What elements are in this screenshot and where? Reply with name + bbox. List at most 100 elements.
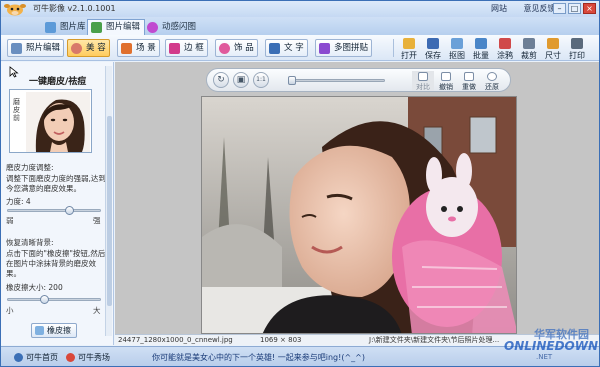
home-link[interactable]: 可牛首页: [14, 352, 58, 363]
beauty-panel: 一键磨皮/祛痘 磨皮前 磨皮力度调整: 调整下面磨皮力度的强弱,达到今您满意的磨…: [1, 62, 114, 345]
batch-icon: [475, 38, 487, 49]
gallery-icon: [45, 22, 56, 33]
open-tool[interactable]: 打开: [398, 37, 420, 61]
strength-description: 调整下面磨皮力度的强弱,达到今您满意的磨皮效果。: [6, 174, 106, 193]
maximize-button[interactable]: □: [568, 3, 581, 14]
frame-label: 边 框: [184, 43, 204, 53]
window-title: 可牛影像 v2.1.0.1001: [33, 4, 116, 13]
collage-icon: [319, 43, 330, 54]
restore-label: 还原: [485, 83, 499, 91]
compare-icon: [418, 72, 428, 81]
photo-edit-button[interactable]: 照片编辑: [7, 39, 65, 57]
scene-button[interactable]: 场 景: [117, 39, 160, 57]
panel-title: 一键磨皮/祛痘: [29, 77, 87, 87]
strength-slider[interactable]: [7, 206, 101, 215]
undo-label: 撤销: [439, 83, 453, 91]
restore-description: 点击下面的"橡皮擦"按钮,然后在图片中涂抹背景的磨皮效果。: [6, 249, 106, 278]
resize-tool[interactable]: 尺寸: [542, 37, 564, 61]
image-path: J:\新建文件夹\新建文件夹\节后照片处理...: [369, 336, 500, 344]
heart-icon: [66, 353, 75, 362]
redo-button[interactable]: 重做: [458, 71, 480, 91]
photo-edit-label: 照片编辑: [26, 43, 61, 53]
batch-label: 批量: [473, 51, 489, 60]
crop-label: 裁剪: [521, 51, 537, 60]
feedback-link[interactable]: 意见反馈: [524, 4, 556, 13]
undo-button[interactable]: 撤销: [435, 71, 457, 91]
tab-image-edit[interactable]: 图片编辑: [87, 19, 146, 35]
bow-icon: [219, 43, 230, 54]
save-tool[interactable]: 保存: [422, 37, 444, 61]
compare-label: 对比: [416, 83, 430, 91]
strength-slider-knob[interactable]: [64, 206, 74, 215]
effect-preview: 磨皮前: [9, 89, 92, 153]
eraser-size-slider-knob[interactable]: [40, 295, 50, 304]
crop-tool[interactable]: 裁剪: [518, 37, 540, 61]
cow-logo-icon: [4, 4, 26, 16]
face-icon: [71, 43, 82, 54]
panel-scrollbar[interactable]: [105, 66, 112, 336]
undo-icon: [441, 72, 451, 81]
resize-icon: [547, 38, 559, 49]
cursor-icon: [9, 66, 19, 78]
frame-button[interactable]: 边 框: [165, 39, 208, 57]
home-label: 可牛首页: [26, 353, 58, 362]
image-dimensions: 1069 × 803: [260, 336, 302, 344]
eraser-button[interactable]: 橡皮擦: [31, 323, 77, 338]
rotate-icon: ↻: [217, 75, 225, 85]
text-icon: [269, 43, 280, 54]
brush-icon: [499, 38, 511, 49]
zoom-slider[interactable]: [288, 76, 385, 85]
face-preview-image: [26, 92, 90, 152]
zoom-slider-knob[interactable]: [288, 76, 296, 85]
show-label: 可牛秀场: [78, 353, 110, 362]
beauty-button[interactable]: 美 容: [67, 39, 110, 57]
tab-animated-gif[interactable]: 动感闪图: [143, 19, 201, 35]
actual-size-icon: 1:1: [256, 76, 266, 83]
print-tool[interactable]: 打印: [566, 37, 588, 61]
collage-button[interactable]: 多图拼贴: [315, 39, 373, 57]
window-controls: – □ ×: [553, 3, 596, 14]
close-button[interactable]: ×: [583, 3, 596, 14]
image-edit-icon: [91, 22, 102, 33]
restore-title: 恢复清晰背景:: [6, 238, 54, 247]
restore-icon: [487, 72, 497, 81]
website-link[interactable]: 网站: [491, 4, 507, 13]
text-label: 文 字: [284, 43, 304, 53]
batch-tool[interactable]: 批量: [470, 37, 492, 61]
doodle-label: 涂鸦: [497, 51, 513, 60]
photo-edit-icon: [11, 43, 22, 54]
strength-min-label: 弱: [6, 216, 14, 225]
fit-window-button[interactable]: ▣: [233, 72, 249, 88]
cutout-tool[interactable]: 抠图: [446, 37, 468, 61]
eraser-size-label: 橡皮擦大小: 200: [6, 283, 63, 292]
compare-button[interactable]: 对比: [412, 71, 434, 91]
crop-icon: [523, 38, 535, 49]
minimize-button[interactable]: –: [553, 3, 566, 14]
redo-icon: [464, 72, 474, 81]
toolbar-separator: [393, 39, 394, 57]
tab-gallery[interactable]: 图片库: [41, 19, 91, 35]
restore-button[interactable]: 还原: [481, 71, 503, 91]
print-label: 打印: [569, 51, 585, 60]
tab-bar: 图片库 图片编辑 动感闪图: [1, 17, 599, 35]
eraser-icon: [35, 326, 44, 335]
edited-photo[interactable]: [201, 96, 517, 334]
panel-scrollbar-thumb[interactable]: [107, 116, 112, 306]
text-button[interactable]: 文 字: [265, 39, 308, 57]
strength-title: 磨皮力度调整:: [6, 163, 54, 172]
rotate-button[interactable]: ↻: [213, 72, 229, 88]
show-link[interactable]: 可牛秀场: [66, 352, 110, 363]
frame-icon: [169, 43, 180, 54]
doodle-tool[interactable]: 涂鸦: [494, 37, 516, 61]
accessory-button[interactable]: 饰 品: [215, 39, 258, 57]
promo-marquee[interactable]: 你可能就是美女心中的下一个英雄! 一起来参与吧ing!(^_^): [152, 352, 365, 363]
canvas-area: ↻ ▣ 1:1 对比 撤销 重做 还原: [115, 62, 599, 345]
fit-window-icon: ▣: [236, 75, 246, 85]
beauty-label: 美 容: [86, 43, 106, 53]
eraser-size-slider[interactable]: [7, 295, 101, 304]
cutout-icon: [451, 38, 463, 49]
actual-size-button[interactable]: 1:1: [253, 72, 269, 88]
printer-icon: [571, 38, 583, 49]
preview-tag: 磨皮前: [13, 98, 20, 122]
tab-gallery-label: 图片库: [60, 22, 86, 32]
